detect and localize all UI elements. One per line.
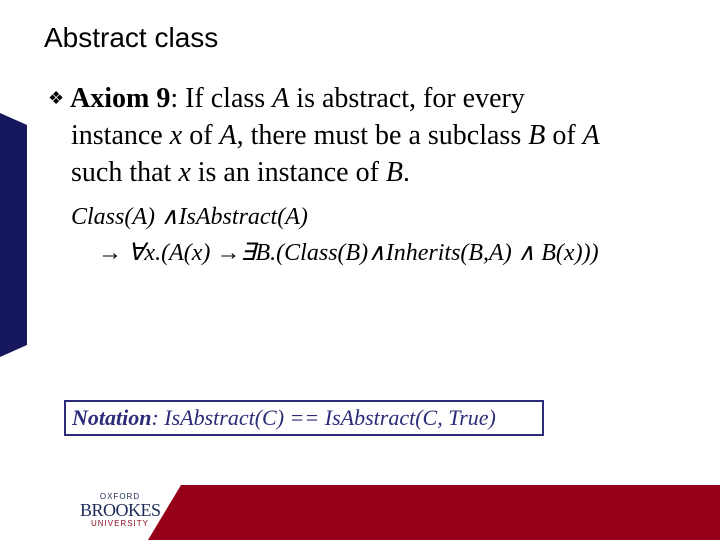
left-decorative-band <box>0 113 27 357</box>
var: A <box>582 120 600 151</box>
text: , there must be a subclass <box>236 120 529 151</box>
text: such that <box>71 157 179 188</box>
text: of <box>182 120 220 151</box>
oxford-brookes-logo: OXFORD BROOKES UNIVERSITY <box>80 492 161 528</box>
formula-line-2: → ∀x.(A(x) →∃B.(Class(B)∧Inherits(B,A) ∧… <box>98 240 599 266</box>
bullet-line-1: ❖ Axiom 9: If class A is abstract, for ev… <box>48 80 708 117</box>
text: instance <box>71 120 170 151</box>
diamond-bullet-icon: ❖ <box>48 88 65 108</box>
bullet-line-3: such that x is an instance of B. <box>48 154 708 191</box>
axiom-formula: Class(A) ∧IsAbstract(A) → ∀x.(A(x) →∃B.(… <box>71 199 599 271</box>
notation-text: : IsAbstract(C) == IsAbstract(C, True) <box>151 405 496 430</box>
var: x <box>178 157 191 188</box>
slide-title: Abstract class <box>44 22 219 53</box>
bullet-line-2: instance x of A, there must be a subclas… <box>48 117 708 154</box>
formula-line-1: Class(A) ∧IsAbstract(A) <box>71 204 308 230</box>
var: x <box>169 120 183 151</box>
text: is an instance of <box>190 157 386 188</box>
text: . <box>403 157 411 188</box>
text: is abstract, for every <box>289 83 525 114</box>
logo-line-university: UNIVERSITY <box>90 519 149 528</box>
logo-line-brookes: BROOKES <box>80 500 161 520</box>
notation-box: Notation: IsAbstract(C) == IsAbstract(C,… <box>64 400 544 436</box>
var: B <box>385 157 404 188</box>
var: A <box>272 83 290 114</box>
text: : If class <box>170 83 273 114</box>
notation-label: Notation <box>72 405 152 430</box>
var: B <box>528 120 546 151</box>
axiom-label: Axiom 9 <box>70 83 171 114</box>
var: A <box>219 120 237 151</box>
text: of <box>545 120 583 151</box>
axiom-bullet: ❖ Axiom 9: If class A is abstract, for ev… <box>48 80 708 191</box>
